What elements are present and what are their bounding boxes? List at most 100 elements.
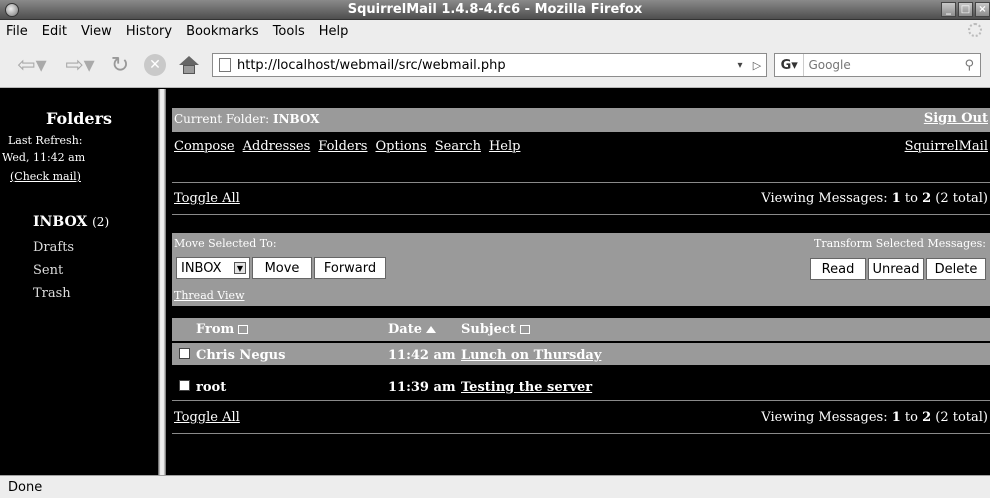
message-subject-link[interactable]: Testing the server xyxy=(461,380,592,395)
status-bar: Done xyxy=(0,475,990,498)
stop-button[interactable]: ✕ xyxy=(141,51,169,79)
current-folder-header: Current Folder: INBOX Sign Out xyxy=(172,108,990,132)
forward-arrow-icon: ⇨▾ xyxy=(65,52,95,78)
help-link[interactable]: Help xyxy=(489,139,521,154)
search-bar[interactable]: G▾ ⚲ xyxy=(774,53,981,77)
last-refresh-label: Last Refresh: xyxy=(8,134,83,147)
subject-column-label: Subject xyxy=(461,322,516,337)
move-button[interactable]: Move xyxy=(252,257,312,279)
folder-trash[interactable]: Trash xyxy=(33,286,71,301)
folders-link[interactable]: Folders xyxy=(318,139,367,154)
viewing-messages-top: Viewing Messages: 1 to 2 (2 total) xyxy=(761,191,988,206)
search-input[interactable] xyxy=(804,58,959,72)
viewing-total: (2 total) xyxy=(931,410,988,425)
search-magnifier-icon[interactable]: ⚲ xyxy=(958,58,980,73)
viewing-from: 1 xyxy=(891,410,901,425)
forward-button[interactable]: ⇨▾ xyxy=(60,51,100,79)
message-from: Chris Negus xyxy=(196,348,286,363)
message-row: Chris Negus 11:42 am Lunch on Thursday xyxy=(172,343,990,365)
sort-toggle-icon[interactable] xyxy=(519,325,530,334)
menu-tools[interactable]: Tools xyxy=(273,24,305,39)
menu-help[interactable]: Help xyxy=(319,24,349,39)
mark-unread-button[interactable]: Unread xyxy=(868,258,924,280)
viewing-prefix: Viewing Messages: xyxy=(761,410,892,425)
back-button[interactable]: ⇦▾ xyxy=(10,51,54,79)
toggle-all-link-top[interactable]: Toggle All xyxy=(174,191,240,206)
thread-view-link[interactable]: Thread View xyxy=(174,289,244,302)
navigation-toolbar: ⇦▾ ⇨▾ ↻ ✕ http://localhost/webmail/src/w… xyxy=(0,42,990,88)
menu-bookmarks[interactable]: Bookmarks xyxy=(186,24,259,39)
home-icon xyxy=(179,56,199,74)
sign-out-link[interactable]: Sign Out xyxy=(924,111,988,126)
maximize-button[interactable]: □ xyxy=(958,2,973,17)
minimize-button[interactable]: _ xyxy=(941,2,956,17)
reload-button[interactable]: ↻ xyxy=(106,51,134,79)
compose-link[interactable]: Compose xyxy=(174,139,235,154)
viewing-from: 1 xyxy=(891,191,901,206)
activity-throbber-icon xyxy=(968,23,982,37)
menu-history[interactable]: History xyxy=(126,24,172,39)
from-column-header[interactable]: From xyxy=(196,322,249,337)
move-selected-label: Move Selected To: xyxy=(174,237,277,250)
folder-inbox-count: (2) xyxy=(92,215,110,229)
squirrelmail-link[interactable]: SquirrelMail xyxy=(905,139,988,154)
addresses-link[interactable]: Addresses xyxy=(243,139,311,154)
folder-inbox[interactable]: INBOX (2) xyxy=(33,214,109,230)
frame-divider[interactable] xyxy=(158,89,166,475)
menu-edit[interactable]: Edit xyxy=(42,24,67,39)
sort-toggle-icon[interactable] xyxy=(238,325,249,334)
search-engine-icon[interactable]: G ▾ xyxy=(775,54,805,76)
viewing-total: (2 total) xyxy=(931,191,988,206)
last-refresh-time: Wed, 11:42 am xyxy=(2,151,86,164)
viewing-to-word: to xyxy=(900,191,923,206)
close-button[interactable]: × xyxy=(975,2,990,17)
folder-pane: Folders Last Refresh: Wed, 11:42 am (Che… xyxy=(0,89,158,475)
url-text[interactable]: http://localhost/webmail/src/webmail.php xyxy=(237,58,732,73)
message-subject-link[interactable]: Lunch on Thursday xyxy=(461,348,601,363)
toggle-all-link-bottom[interactable]: Toggle All xyxy=(174,410,240,425)
folder-drafts[interactable]: Drafts xyxy=(33,240,74,255)
menu-view[interactable]: View xyxy=(81,24,112,39)
delete-button[interactable]: Delete xyxy=(926,258,986,280)
current-folder-name: INBOX xyxy=(272,112,320,126)
message-action-bar: Move Selected To: Transform Selected Mes… xyxy=(172,233,990,306)
message-checkbox[interactable] xyxy=(179,380,190,391)
go-arrow-icon[interactable]: ▷ xyxy=(748,59,766,72)
move-target-select[interactable]: INBOX ▼ xyxy=(176,257,250,279)
search-link[interactable]: Search xyxy=(435,139,481,154)
window-title-bar: SquirrelMail 1.4.8-4.fc6 - Mozilla Firef… xyxy=(0,0,990,20)
subject-column-header[interactable]: Subject xyxy=(461,322,530,337)
main-nav-links: Compose Addresses Folders Options Search… xyxy=(174,139,520,154)
forward-button[interactable]: Forward xyxy=(314,257,386,279)
date-column-header[interactable]: Date xyxy=(388,322,436,337)
from-column-label: From xyxy=(196,322,235,337)
search-engine-letter: G xyxy=(780,57,792,73)
separator-line xyxy=(172,182,990,183)
folder-inbox-label: INBOX xyxy=(33,214,88,230)
viewing-to: 2 xyxy=(922,410,932,425)
sort-ascending-icon[interactable] xyxy=(425,326,436,333)
firefox-app-icon[interactable] xyxy=(5,3,19,17)
current-folder-label: Current Folder: xyxy=(174,112,273,126)
message-column-header: From Date Subject xyxy=(172,318,990,341)
window-title: SquirrelMail 1.4.8-4.fc6 - Mozilla Firef… xyxy=(347,2,643,17)
message-checkbox[interactable] xyxy=(179,348,190,359)
url-history-dropdown-icon[interactable]: ▾ xyxy=(732,60,748,71)
folder-sent[interactable]: Sent xyxy=(33,263,63,278)
current-folder-text: Current Folder: INBOX xyxy=(174,112,319,126)
check-mail-link[interactable]: (Check mail) xyxy=(10,170,81,183)
stop-icon: ✕ xyxy=(144,54,166,76)
status-text: Done xyxy=(8,480,43,495)
date-column-label: Date xyxy=(388,322,422,337)
options-link[interactable]: Options xyxy=(375,139,426,154)
viewing-messages-bottom: Viewing Messages: 1 to 2 (2 total) xyxy=(761,410,988,425)
chevron-down-icon: ▼ xyxy=(234,262,246,274)
message-row: root 11:39 am Testing the server xyxy=(172,375,990,397)
home-button[interactable] xyxy=(174,51,204,79)
menu-file[interactable]: File xyxy=(6,24,28,39)
move-target-value: INBOX xyxy=(181,260,222,276)
url-bar[interactable]: http://localhost/webmail/src/webmail.php… xyxy=(212,53,767,77)
message-from: root xyxy=(196,380,227,395)
mark-read-button[interactable]: Read xyxy=(810,258,866,280)
viewing-to: 2 xyxy=(922,191,932,206)
